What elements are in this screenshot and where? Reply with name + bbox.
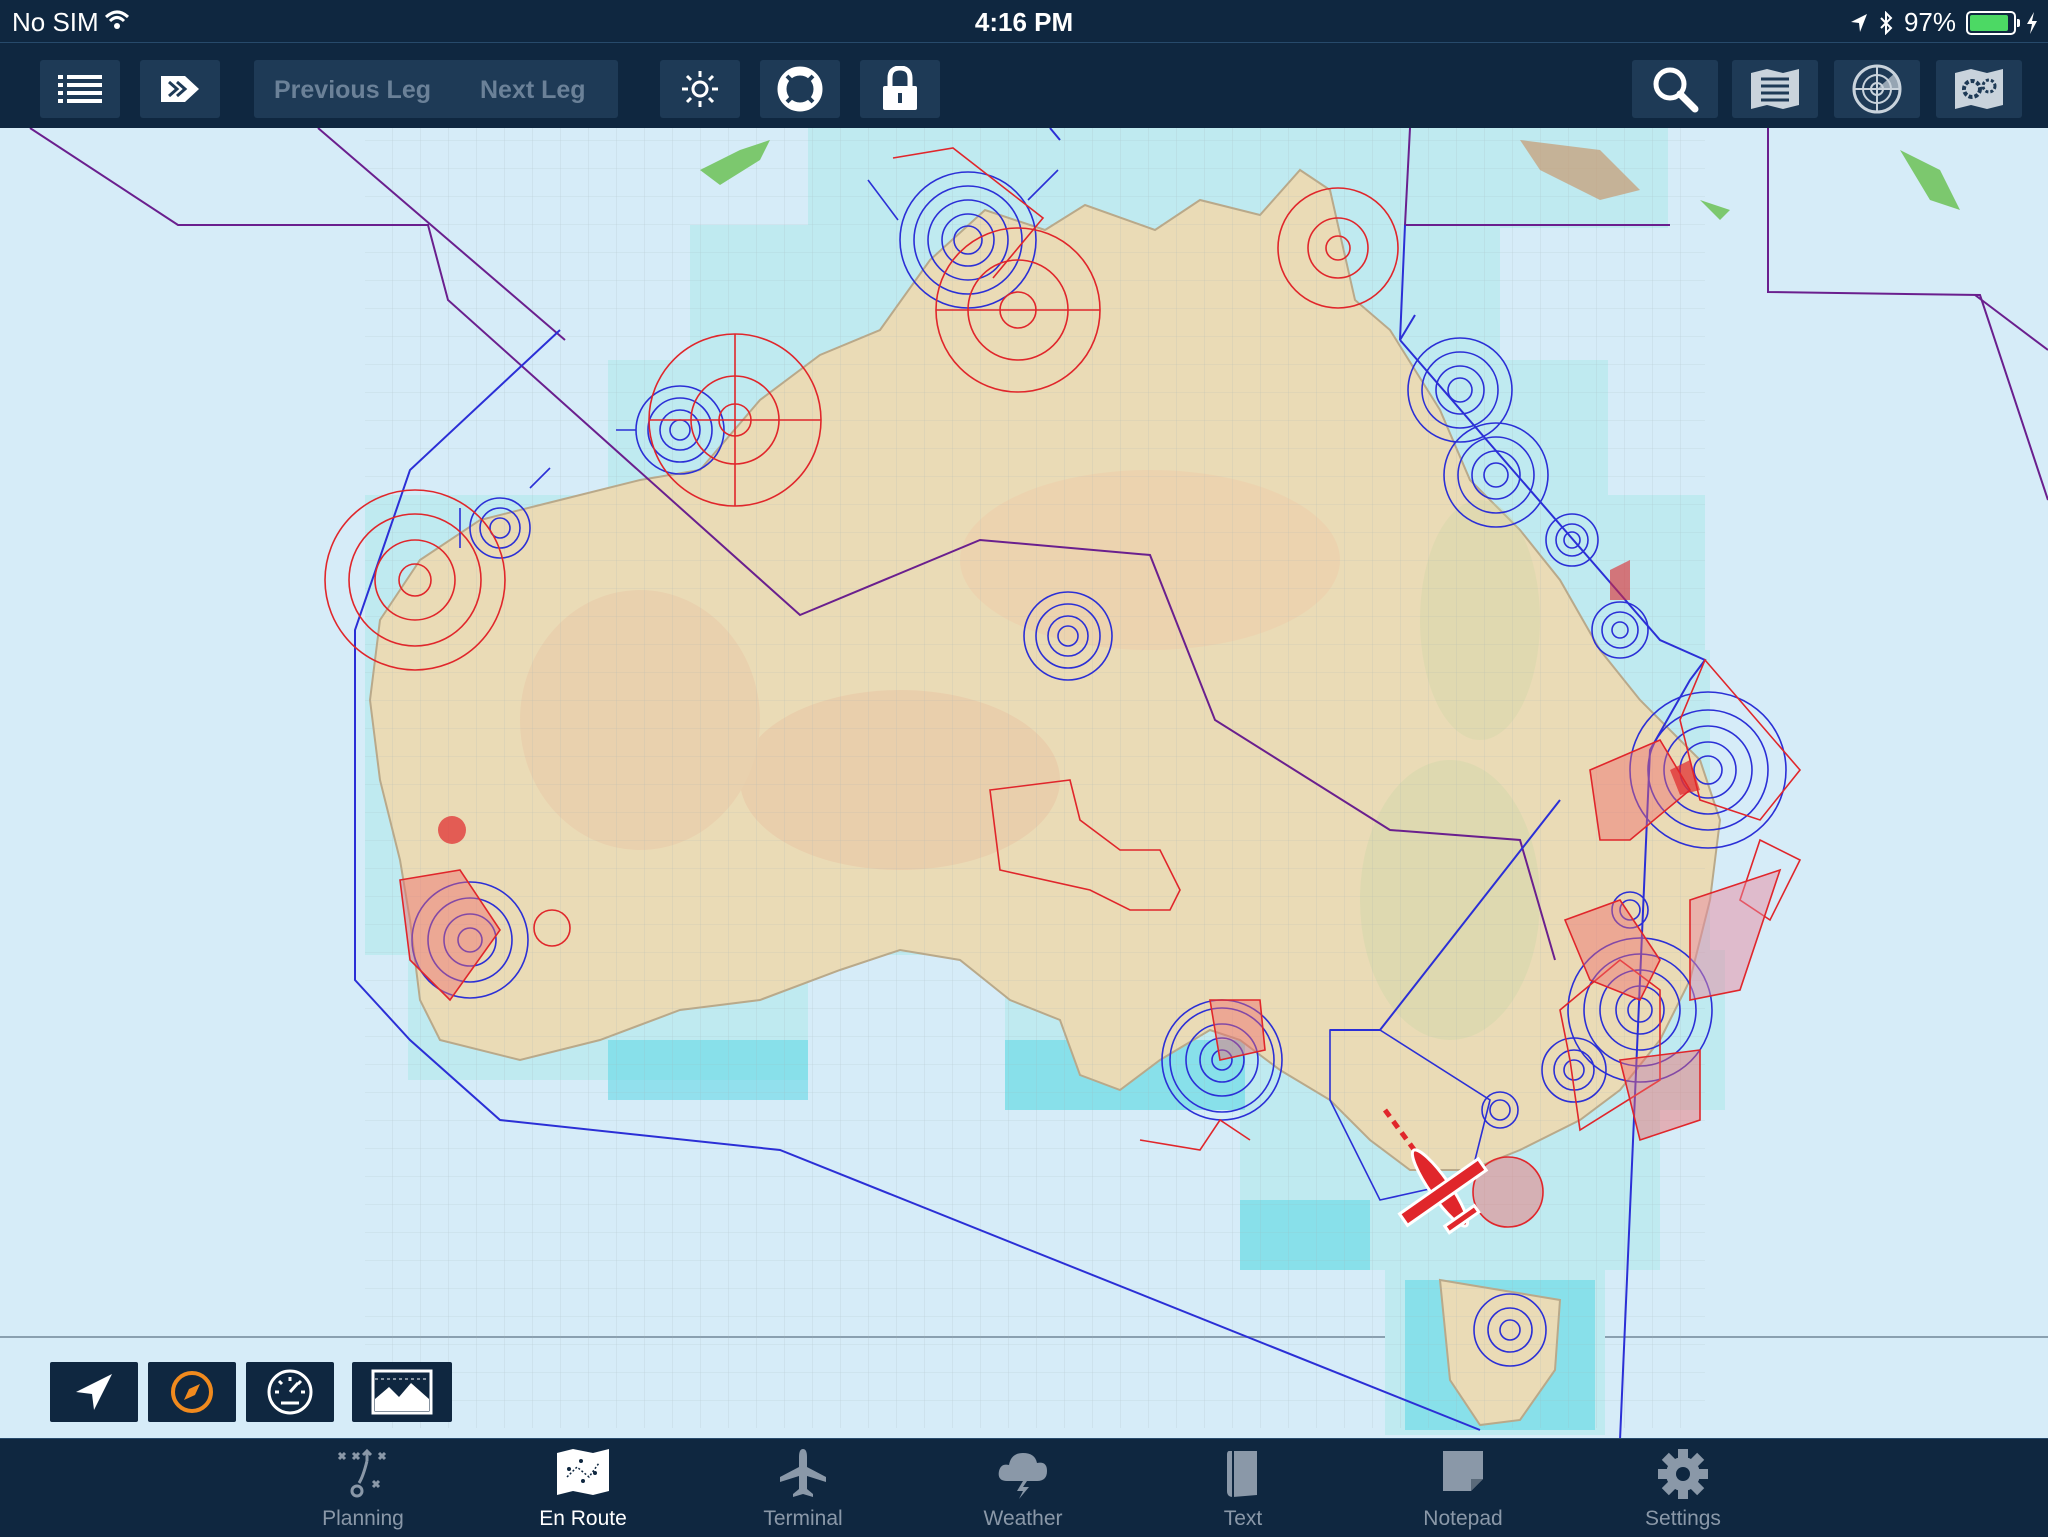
previous-leg-button[interactable]: Previous Leg — [274, 76, 431, 105]
tab-label: Planning — [322, 1507, 404, 1530]
battery-icon — [1966, 10, 2020, 35]
tab-label: Notepad — [1423, 1507, 1503, 1530]
brightness-icon — [682, 71, 718, 107]
charging-icon — [2027, 11, 2037, 34]
terrain-profile-icon — [371, 1369, 433, 1415]
tab-label: En Route — [539, 1507, 627, 1530]
layers-icon — [1751, 69, 1799, 109]
profile-view-button[interactable] — [352, 1362, 452, 1422]
tab-settings[interactable]: Settings — [1603, 1439, 1763, 1537]
compass-button[interactable] — [148, 1362, 236, 1422]
track-up-button[interactable] — [50, 1362, 138, 1422]
map-icon — [557, 1449, 609, 1495]
leg-navigation: Previous Leg Next Leg — [254, 60, 618, 118]
list-button[interactable] — [40, 60, 120, 118]
gear-icon — [1658, 1449, 1708, 1499]
map-settings-button[interactable] — [1936, 60, 2022, 118]
tab-label: Settings — [1645, 1507, 1721, 1530]
settings-icon — [1955, 69, 2003, 109]
radar-icon — [1852, 64, 1902, 114]
enroute-map[interactable] — [0, 128, 2048, 1438]
tab-en-route[interactable]: En Route — [503, 1439, 663, 1537]
tab-planning[interactable]: Planning — [283, 1439, 443, 1537]
tab-bar: Planning En Route Terminal Weather Text — [0, 1438, 2048, 1537]
next-leg-button[interactable]: Next Leg — [480, 76, 586, 105]
notepad-icon — [1443, 1451, 1483, 1491]
brightness-button[interactable] — [660, 60, 740, 118]
planning-icon — [337, 1448, 387, 1498]
locate-icon — [76, 1374, 112, 1410]
tab-label: Text — [1223, 1507, 1263, 1530]
search-icon — [1653, 67, 1699, 113]
tab-terminal[interactable]: Terminal — [723, 1439, 883, 1537]
map-canvas[interactable] — [0, 128, 2048, 1438]
tab-label: Terminal — [763, 1507, 843, 1530]
lock-button[interactable] — [860, 60, 940, 118]
route-icon — [161, 76, 199, 102]
battery-percent: 97% — [1903, 7, 1956, 37]
location-arrow-icon — [1850, 13, 1867, 32]
book-icon — [1227, 1451, 1257, 1497]
search-button[interactable] — [1632, 60, 1718, 118]
tab-notepad[interactable]: Notepad — [1383, 1439, 1543, 1537]
route-button[interactable] — [140, 60, 220, 118]
compass-icon — [171, 1371, 213, 1413]
clock: 4:16 PM — [974, 7, 1074, 37]
tab-weather[interactable]: Weather — [943, 1439, 1103, 1537]
lock-icon — [883, 66, 917, 110]
tab-text[interactable]: Text — [1163, 1439, 1323, 1537]
gauge-icon — [267, 1369, 313, 1415]
lifebuoy-icon — [777, 66, 823, 112]
bluetooth-icon — [1880, 10, 1893, 35]
status-bar: No SIM 4:16 PM 97% — [0, 0, 2048, 42]
instruments-button[interactable] — [246, 1362, 334, 1422]
layers-button[interactable] — [1732, 60, 1818, 118]
emergency-button[interactable] — [760, 60, 840, 118]
airplane-icon — [780, 1449, 826, 1497]
toolbar: Previous Leg Next Leg — [0, 42, 2048, 129]
radar-button[interactable] — [1834, 60, 1920, 118]
weather-icon — [998, 1453, 1047, 1499]
tab-label: Weather — [983, 1507, 1063, 1530]
list-icon — [58, 75, 102, 103]
